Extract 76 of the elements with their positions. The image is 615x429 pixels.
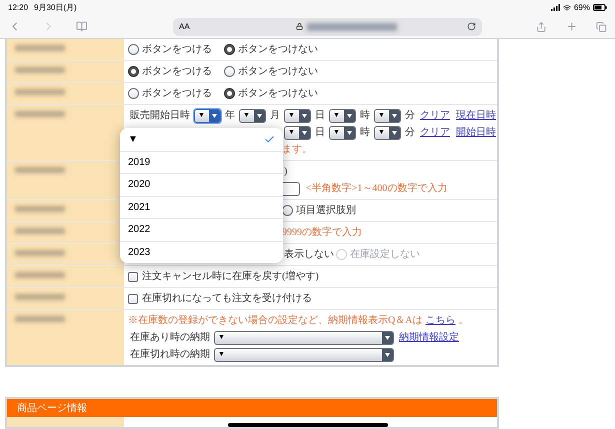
caret-icon [302,130,307,134]
field-label: 年 [225,109,235,123]
radio-button[interactable]: ボタンをつける [128,64,212,79]
tabs-icon[interactable] [596,20,607,32]
blurred-label [15,67,65,73]
section-title: 商品ページ情報 [17,402,87,416]
caret-icon [385,352,390,356]
text-size-button[interactable]: AA [179,20,190,32]
picker-option[interactable]: 2019 [120,150,283,173]
wifi-icon [562,4,571,12]
address-bar[interactable]: AA [173,18,482,36]
blurred-label [15,206,65,212]
caret-icon [257,114,262,118]
blurred-label [15,250,65,256]
blurred-label [15,272,65,278]
note-text: 。 [458,314,468,328]
field-label: 月 [270,109,280,123]
blurred-label [15,89,65,95]
field-label: 在庫あり時の納期 [130,330,210,345]
caret-icon [302,114,307,118]
picker-option[interactable]: 2021 [120,196,283,218]
text-link[interactable]: 現在日時 [456,108,496,123]
radio-button[interactable]: ボタンをつける [128,42,212,57]
number-input[interactable] [282,182,300,196]
field-label: 分 [405,126,415,140]
blurred-label [15,167,65,173]
blurred-label [15,45,65,51]
picker-option[interactable]: ▼ [120,128,283,150]
checkmark-icon [264,134,275,145]
radio-button[interactable]: ボタンをつけない [224,64,318,79]
text-link[interactable]: クリア [420,125,450,140]
text-link[interactable]: 開始日時 [456,125,496,140]
blurred-label [15,228,65,234]
lock-icon [296,23,303,30]
field-label: 在庫切れ時の納期 [130,348,210,362]
field-label: 時 [360,126,370,140]
text-link[interactable]: クリア [420,108,450,123]
text-link[interactable]: こちら [425,313,456,328]
checkbox[interactable]: 在庫切れになっても注文を受け付ける [128,291,312,306]
radio-button[interactable]: ボタンをつけない [224,42,318,57]
clock-time: 12:20 [8,2,28,14]
text-link[interactable]: 納期情報設定 [399,330,459,345]
share-icon[interactable] [536,20,547,32]
field-label: ) [284,165,288,179]
picker-option[interactable]: 2020 [120,173,283,196]
new-tab-icon[interactable] [566,20,578,33]
caret-icon [392,114,397,118]
battery-icon [593,4,607,11]
signal-icon [550,4,560,11]
note-text: 9999の数字で入力 [282,226,362,240]
caret-icon [385,336,390,340]
blurred-label [15,316,65,322]
blurred-label [15,111,65,117]
reload-icon[interactable] [467,22,476,31]
picker-option[interactable]: 2022 [120,218,283,240]
note-text: ※在庫数の登録ができない場合の設定など、納期情報表示Q＆Aは [128,314,422,328]
field-label: 販売開始日時 [130,108,190,123]
field-label: 表示しない [284,248,334,262]
checkbox[interactable]: 注文キャンセル時に在庫を戻す(増やす) [128,269,319,284]
radio-button[interactable]: ボタンをつけない [224,86,318,101]
field-label: 日 [315,126,325,140]
caret-icon [347,114,352,118]
radio-button[interactable]: ボタンをつける [128,86,212,101]
note-text: <半角数字>1～400の数字で入力 [306,182,448,196]
battery-text: 69% [574,2,590,14]
blurred-label [15,294,65,300]
field-label: 時 [360,108,370,123]
caret-icon [392,130,397,134]
field-label: 分 [405,109,415,123]
caret-icon [347,130,352,134]
date-text: 9月30日(月) [34,2,77,14]
picker-option[interactable]: 2023 [120,240,283,263]
field-label: 日 [315,109,325,123]
caret-icon [212,114,217,118]
note-text: ます。 [282,143,312,157]
bookmarks-icon[interactable] [76,20,88,33]
